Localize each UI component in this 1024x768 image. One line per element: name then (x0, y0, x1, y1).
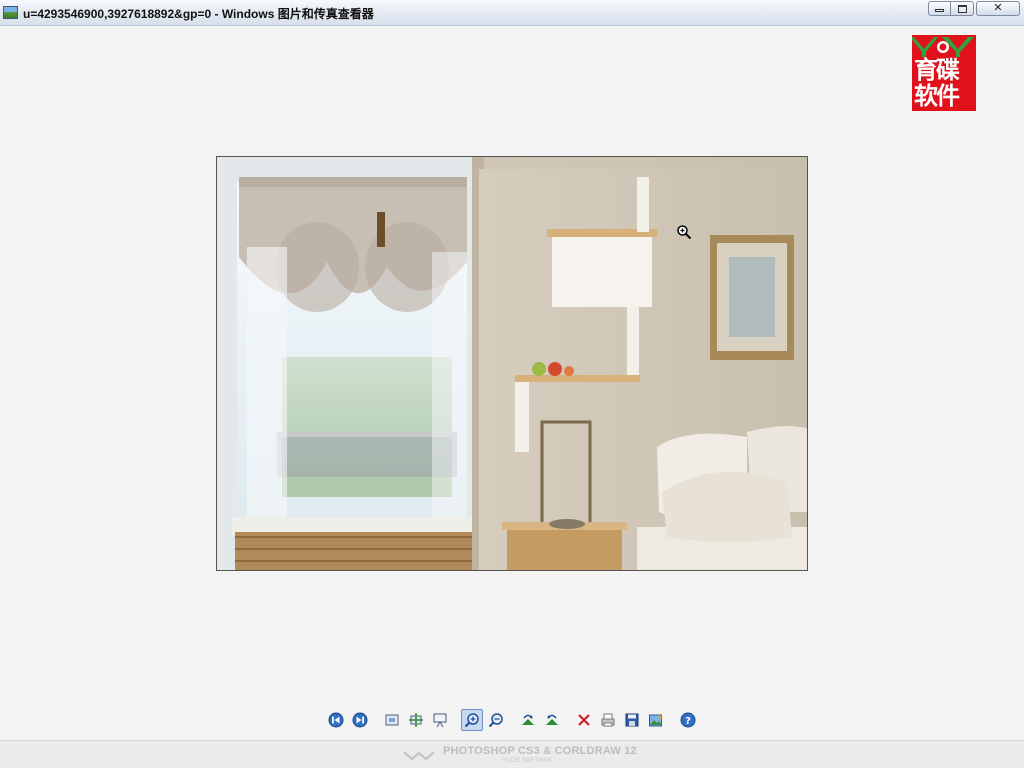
close-button[interactable]: ✕ (976, 1, 1020, 16)
print-icon (601, 713, 615, 727)
yy-logo-icon (912, 37, 974, 57)
watermark-logo: 育碟 软件 (912, 35, 976, 111)
best-fit-button[interactable] (381, 709, 403, 731)
actual-size-icon (409, 713, 423, 727)
print-button[interactable] (597, 709, 619, 731)
save-button[interactable] (621, 709, 643, 731)
maximize-button[interactable] (951, 1, 974, 16)
delete-button[interactable] (573, 709, 595, 731)
rotate-clockwise-icon (522, 714, 534, 725)
previous-icon (328, 712, 344, 728)
footer-brand: PHOTOSHOP CS3 & CORLDRAW 12 (443, 745, 637, 757)
actual-size-button[interactable] (405, 709, 427, 731)
rotate-counterclockwise-icon (546, 714, 558, 725)
brand-mark-icon (403, 751, 435, 761)
minimize-icon (935, 8, 944, 12)
edit-icon (649, 713, 663, 727)
title-bar[interactable]: u=4293546900,3927618892&gp=0 - Windows 图… (0, 0, 1024, 26)
open-editor-button[interactable] (645, 709, 667, 731)
window-title: u=4293546900,3927618892&gp=0 - Windows 图… (23, 7, 374, 21)
zoom-cursor-icon (677, 225, 692, 240)
best-fit-icon (385, 714, 399, 726)
footer-subtitle: YUDIE SOFTWAR (502, 758, 552, 764)
previous-image-button[interactable] (325, 709, 347, 731)
zoom-out-button[interactable] (485, 709, 507, 731)
next-image-button[interactable] (349, 709, 371, 731)
zoom-in-icon (464, 713, 479, 728)
save-icon (625, 713, 639, 727)
minimize-button[interactable] (928, 1, 951, 16)
svg-text:?: ? (685, 716, 691, 727)
restore-icon (957, 4, 967, 13)
next-icon (352, 712, 368, 728)
rotate-clockwise-button[interactable] (517, 709, 539, 731)
slideshow-icon (433, 713, 447, 728)
app-icon (3, 6, 18, 19)
zoom-out-icon (488, 713, 503, 728)
logo-line-2: 软件 (914, 82, 960, 110)
zoom-in-button[interactable] (461, 709, 483, 731)
bedroom-photo-icon (217, 157, 807, 570)
help-button[interactable]: ? (677, 709, 699, 731)
help-icon: ? (680, 712, 696, 728)
logo-line-1: 育碟 (914, 56, 960, 84)
slideshow-button[interactable] (429, 709, 451, 731)
photo-viewport[interactable] (216, 156, 808, 571)
close-icon: ✕ (993, 2, 1003, 14)
viewer-toolbar: ? (325, 708, 701, 732)
rotate-counterclockwise-button[interactable] (541, 709, 563, 731)
caption-buttons: ✕ (928, 1, 1020, 16)
delete-icon (578, 714, 590, 726)
